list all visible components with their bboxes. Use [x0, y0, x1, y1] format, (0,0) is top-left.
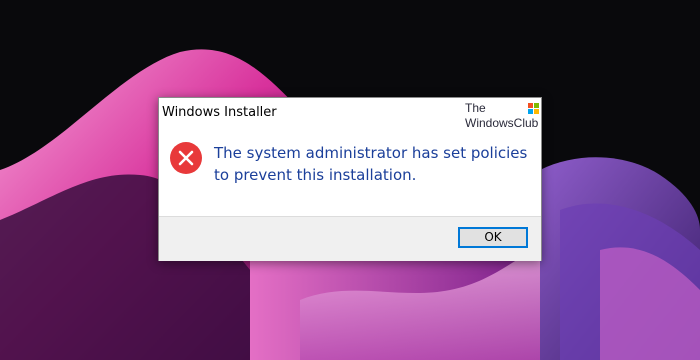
error-message: The system administrator has set policie…	[214, 142, 534, 186]
watermark-line1: The	[465, 101, 486, 115]
error-dialog: Windows Installer The WindowsClub The sy…	[158, 97, 542, 261]
dialog-titlebar[interactable]: Windows Installer The WindowsClub	[159, 98, 541, 130]
dialog-footer: OK	[159, 216, 541, 261]
error-message-line1: The system administrator has set policie…	[214, 144, 528, 162]
dialog-content: The system administrator has set policie…	[159, 128, 541, 216]
error-icon	[170, 142, 202, 174]
error-message-line2: to prevent this installation.	[214, 166, 417, 184]
ok-button[interactable]: OK	[458, 227, 528, 248]
dialog-title: Windows Installer	[162, 105, 277, 120]
windows-logo-icon	[528, 103, 540, 115]
